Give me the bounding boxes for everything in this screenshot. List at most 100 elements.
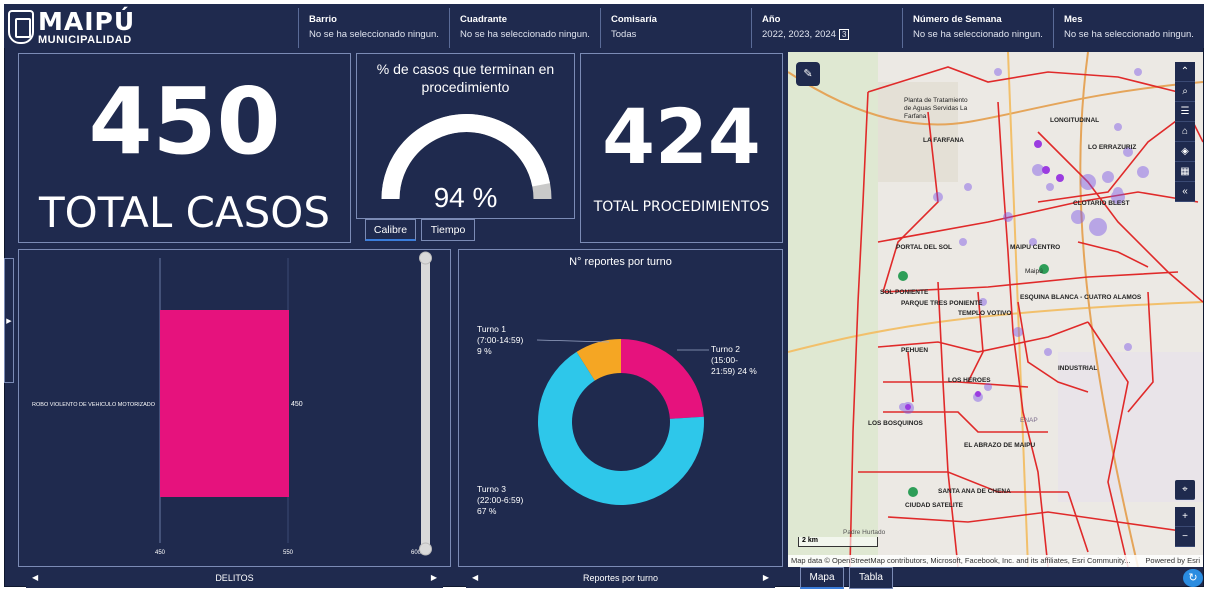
delitos-footer: ◀ DELITOS ▶ — [26, 568, 443, 588]
map-label: Planta de Tratamiento de Aguas Servidas … — [904, 97, 968, 120]
turnos-donut-chart — [536, 339, 709, 505]
basemap-gallery-icon[interactable]: ▦ — [1175, 162, 1195, 182]
maipu-logo: MAIPÚ MUNICIPALIDAD — [8, 7, 298, 47]
filter-label: Barrio — [309, 14, 337, 25]
locate-icon[interactable]: ⌖ — [1175, 480, 1195, 500]
turno-label-line: (22:00-6:59) — [477, 495, 524, 505]
prev-arrow-icon[interactable]: ◀ — [472, 568, 478, 588]
map-label: PEHUEN — [901, 347, 929, 354]
slider-handle-top[interactable] — [419, 251, 432, 265]
map-label: EL ABRAZO DE MAIPU — [964, 442, 1036, 449]
turno-label-line: Turno 2 — [711, 344, 740, 354]
prev-arrow-icon[interactable]: ◀ — [32, 568, 38, 588]
filter-value-text: 2022, 2023, 2024 — [762, 29, 836, 40]
turno-label-line: 21:59) 24 % — [711, 366, 757, 376]
total-casos-value: 450 — [88, 68, 281, 175]
layer-list-icon[interactable]: ☰ — [1175, 102, 1195, 122]
gauge-value: 94 % — [433, 182, 498, 213]
tab-mapa[interactable]: Mapa — [800, 567, 844, 589]
filter-numero-semana[interactable]: Número de Semana No se ha seleccionado n… — [902, 8, 1053, 48]
slice-turno-2[interactable] — [621, 339, 704, 419]
filter-label: Cuadrante — [460, 14, 507, 25]
logo-sub-text: MUNICIPALIDAD — [38, 33, 132, 46]
map-label: TEMPLO VOTIVO — [958, 310, 1012, 317]
filter-value: Todas — [611, 29, 637, 40]
refresh-icon[interactable]: ↻ — [1183, 569, 1203, 587]
edit-pencil-icon[interactable]: ✎ — [796, 62, 820, 86]
delitos-panel: ROBO VIOLENTO DE VEHICULO MOTORIZADO 450 4… — [18, 249, 451, 567]
collapse-toolbar-icon[interactable]: « — [1175, 182, 1195, 202]
bar-robo-violento[interactable] — [160, 310, 289, 497]
map-label: Padre Hurtado — [843, 529, 886, 536]
slider-handle-bottom[interactable] — [419, 542, 432, 556]
layers-icon[interactable]: ◈ — [1175, 142, 1195, 162]
turnos-panel: N° reportes por turno Turno 1 (7:00-14:5… — [458, 249, 783, 567]
map-label: LONGITUDINAL — [1050, 117, 1100, 124]
gauge-panel: % de casos que terminan en procedimiento… — [356, 53, 575, 219]
map-label: LA FARFANA — [923, 137, 964, 144]
map-label: Maipú — [1025, 268, 1043, 275]
map-label: MAIPU CENTRO — [1010, 244, 1061, 251]
map-label: CIUDAD SATELITE — [905, 502, 964, 509]
turnos-footer-label: Reportes por turno — [582, 573, 659, 583]
filter-mes[interactable]: Mes No se ha seleccionado ningun... — [1053, 8, 1204, 48]
x-tick-label: 550 — [283, 550, 294, 556]
category-label: ROBO VIOLENTO DE VEHICULO MOTORIZADO — [32, 402, 156, 408]
filter-comisaria[interactable]: Comisaría Todas — [600, 8, 751, 48]
filter-value: No se ha seleccionado ningun... — [913, 29, 1043, 40]
total-casos-label: TOTAL CASOS — [38, 188, 331, 237]
logo-main-text: MAIPÚ — [38, 6, 136, 36]
turno-label-line: (15:00- — [711, 355, 738, 365]
turno2-label: Turno 2 (15:00- 21:59) 24 % — [711, 344, 757, 377]
delitos-bar-chart: ROBO VIOLENTO DE VEHICULO MOTORIZADO 450 4… — [32, 251, 432, 556]
total-procedimientos-label: TOTAL PROCEDIMIENTOS — [593, 199, 770, 215]
map-label: PORTAL DEL SOL — [896, 244, 952, 251]
header-bar: MAIPÚ MUNICIPALIDAD Barrio No se ha sele… — [4, 4, 1204, 48]
zoom-in-icon[interactable]: + — [1175, 507, 1195, 527]
map-label: ENAP — [1020, 417, 1038, 424]
map-label: INDUSTRIAL — [1058, 365, 1098, 372]
collapse-up-icon[interactable]: ⌃ — [1175, 62, 1195, 82]
selection-count-badge: 3 — [838, 29, 850, 40]
turno1-label: Turno 1 (7:00-14:59) 9 % — [477, 324, 523, 357]
tab-tiempo[interactable]: Tiempo — [421, 219, 475, 241]
map-view[interactable]: LONGITUDINAL LA FARFANA LO ERRAZURIZ CLO… — [788, 52, 1203, 567]
turnos-footer: ◀ Reportes por turno ▶ — [466, 568, 775, 588]
map-label: PARQUE TRES PONIENTE — [901, 300, 983, 307]
turno-label-line: 9 % — [477, 346, 492, 356]
total-procedimientos-value: 424 — [602, 92, 761, 181]
zoom-out-icon[interactable]: − — [1175, 527, 1195, 547]
filter-label: Mes — [1064, 14, 1083, 25]
filter-label: Comisaría — [611, 14, 657, 25]
filter-value: No se ha seleccionado ningun... — [460, 29, 590, 40]
search-icon[interactable]: ⌕ — [1175, 82, 1195, 102]
leader-line — [536, 339, 610, 343]
filter-label: Número de Semana — [913, 14, 1002, 25]
turno-label-line: Turno 1 — [477, 324, 506, 334]
x-tick-label: 450 — [155, 550, 166, 556]
bar-value-label: 450 — [291, 401, 303, 408]
map-scale-bar: 2 km — [798, 537, 878, 547]
next-arrow-icon[interactable]: ▶ — [763, 568, 769, 588]
filter-value: No se ha seleccionado ningun... — [309, 29, 439, 40]
map-label: LOS HEROES — [948, 377, 991, 384]
turno-label-line: (7:00-14:59) — [477, 335, 524, 345]
total-procedimientos-panel: 424 TOTAL PROCEDIMIENTOS — [580, 53, 783, 243]
filter-ano[interactable]: Año 2022, 2023, 2024 3 — [751, 8, 902, 48]
tab-tabla[interactable]: Tabla — [849, 567, 893, 589]
side-panel-toggle[interactable]: ▶ — [4, 258, 14, 383]
turno-label-line: Turno 3 — [477, 484, 506, 494]
delitos-footer-label: DELITOS — [215, 573, 254, 583]
home-icon[interactable]: ⌂ — [1175, 122, 1195, 142]
attribution-text: Map data © OpenStreetMap contributors, M… — [791, 556, 1131, 565]
map-attribution: Map data © OpenStreetMap contributors, M… — [788, 555, 1203, 567]
scroll-slider-track[interactable] — [421, 256, 430, 551]
map-label: SOL PONIENTE — [880, 289, 929, 296]
powered-by-text: Powered by Esri — [1145, 556, 1200, 565]
filter-value: 2022, 2023, 2024 3 — [762, 29, 892, 40]
next-arrow-icon[interactable]: ▶ — [431, 568, 437, 588]
tab-calibre[interactable]: Calibre — [365, 219, 416, 241]
filter-barrio[interactable]: Barrio No se ha seleccionado ningun... — [298, 8, 449, 48]
filter-cuadrante[interactable]: Cuadrante No se ha seleccionado ningun..… — [449, 8, 600, 48]
map-label: LOS BOSQUINOS — [868, 420, 923, 427]
